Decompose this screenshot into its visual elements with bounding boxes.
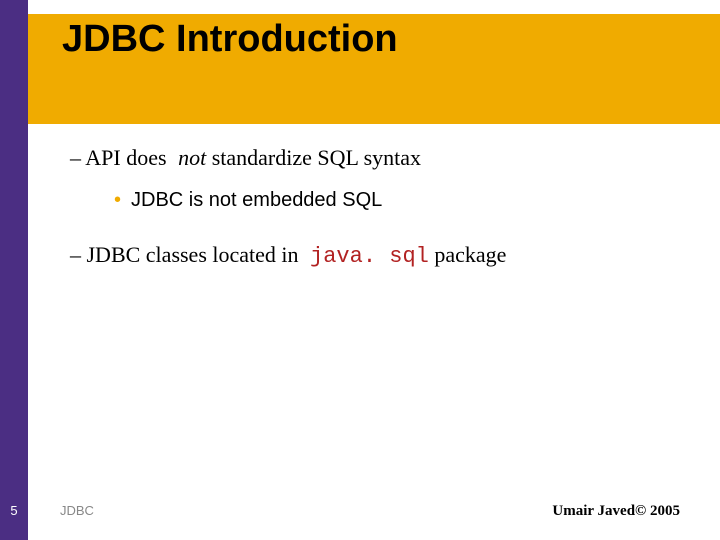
footer-left: JDBC [60, 503, 94, 518]
bullet-1-emph: not [178, 145, 206, 170]
sub-bullet-1-text: JDBC is not embedded SQL [131, 189, 382, 211]
left-stripe [0, 0, 28, 540]
sub-bullet-1: • JDBC is not embedded SQL [114, 189, 690, 212]
slide-body: – API does not standardize SQL syntax • J… [70, 145, 690, 269]
bullet-1-text-b: standardize SQL syntax [206, 145, 421, 170]
bullet-2-code: java. sql [310, 244, 429, 269]
slide-title: JDBC Introduction [62, 18, 398, 61]
slide: JDBC Introduction – API does not standar… [0, 0, 720, 540]
bullet-1: – API does not standardize SQL syntax [70, 145, 690, 171]
title-top-white [28, 0, 720, 14]
bullet-2-text-b: package [429, 242, 507, 267]
bullet-1-text-a: – API does [70, 145, 172, 170]
page-number: 5 [6, 503, 22, 518]
bullet-2: – JDBC classes located in java. sql pack… [70, 242, 690, 269]
bullet-2-text-a: – JDBC classes located in [70, 242, 304, 267]
bullet-dot-icon: • [114, 189, 121, 211]
footer-right: Umair Javed© 2005 [552, 503, 680, 520]
